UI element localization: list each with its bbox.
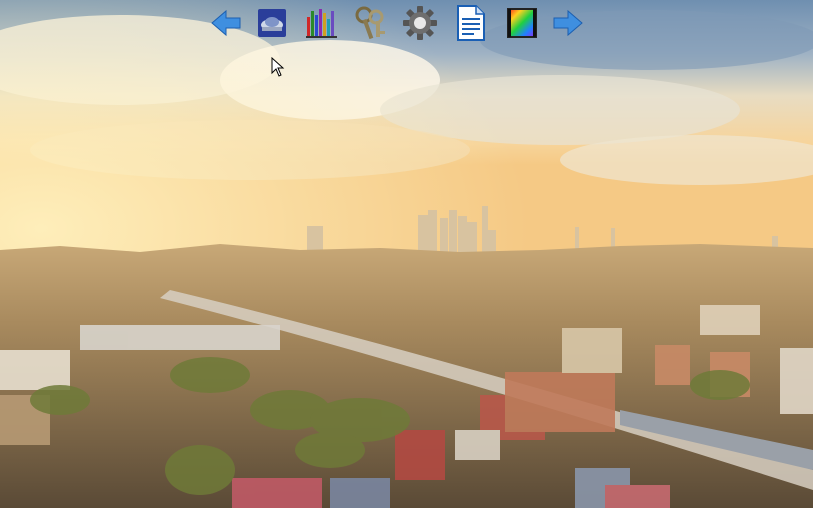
keys-icon	[355, 6, 385, 40]
right-arrow-icon	[553, 9, 583, 37]
display-button[interactable]	[254, 4, 290, 42]
scanner-icon	[258, 9, 286, 37]
left-arrow-icon	[211, 9, 241, 37]
desktop-wallpaper	[0, 0, 813, 508]
back-arrow-button[interactable]	[208, 4, 244, 42]
document-button[interactable]	[453, 4, 489, 42]
settings-button[interactable]	[402, 4, 438, 42]
color-gradient-icon	[507, 8, 537, 38]
statistics-button[interactable]	[304, 4, 340, 42]
gear-icon	[403, 6, 437, 40]
forward-arrow-button[interactable]	[550, 4, 586, 42]
bar-chart-icon	[306, 9, 337, 38]
keys-button[interactable]	[353, 4, 389, 42]
mouse-pointer-icon	[271, 56, 285, 81]
color-button[interactable]	[504, 4, 540, 42]
document-icon	[457, 5, 485, 41]
